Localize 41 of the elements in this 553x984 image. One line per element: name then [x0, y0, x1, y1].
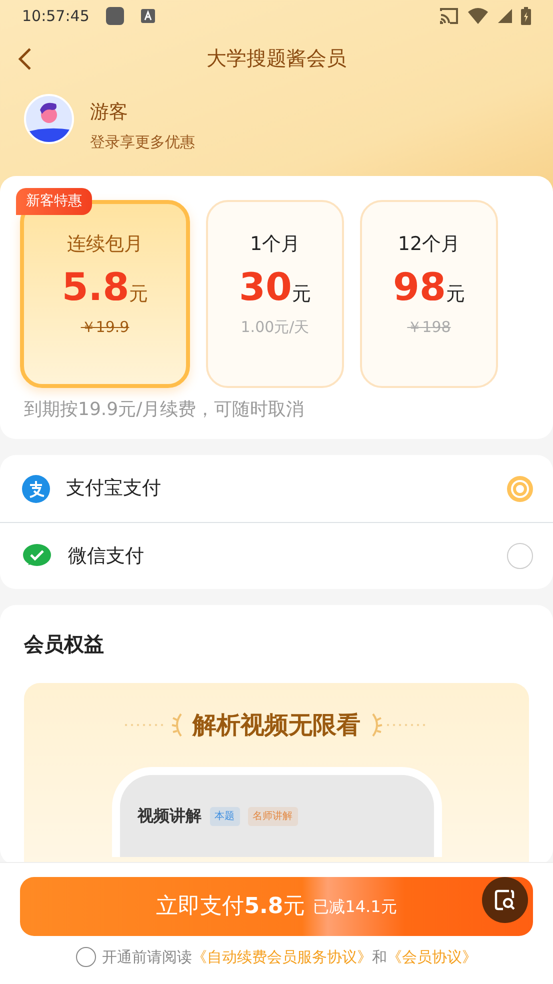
plan-price: 30元 — [238, 264, 312, 310]
section-title: 会员权益 — [24, 631, 105, 658]
search-icon — [493, 888, 517, 912]
payment-option[interactable]: 微信支付 — [0, 522, 553, 589]
banner-title: 解析视频无限看 — [192, 710, 360, 741]
wifi-icon — [467, 7, 489, 25]
plan-name: 连续包月 — [66, 232, 144, 257]
alipay-icon — [22, 474, 50, 502]
plan-card[interactable]: 12个月 98元 ￥198 — [360, 200, 498, 388]
original-price: ￥198 — [406, 317, 452, 338]
plan-price: 98元 — [392, 264, 466, 310]
agreement-checkbox[interactable] — [76, 947, 96, 968]
plan-name: 12个月 — [396, 232, 462, 257]
daily-price: 1.00元/天 — [240, 317, 310, 338]
plan-price: 5.8元 — [60, 264, 150, 310]
chat-icon — [22, 543, 52, 569]
payment-name: 支付宝支付 — [66, 476, 161, 502]
battery-icon — [521, 7, 531, 25]
cast-icon — [439, 7, 459, 25]
plan-card[interactable]: 1个月 30元 1.00元/天 — [206, 200, 344, 388]
renewal-note: 到期按19.9元/月续费，可随时取消 — [23, 398, 306, 422]
login-prompt[interactable]: 登录享更多优惠 — [90, 130, 195, 153]
signal-icon — [497, 8, 513, 24]
original-price: ￥19.9 — [80, 317, 130, 338]
notification-icon — [105, 6, 126, 26]
radio-button[interactable] — [507, 543, 533, 569]
agreement-text: 开通前请阅读 — [102, 947, 192, 968]
promo-badge: 新客特惠 — [16, 188, 92, 215]
plan-name: 1个月 — [248, 232, 302, 257]
preview-heading: 视频讲解 — [138, 805, 202, 827]
payment-name: 微信支付 — [68, 544, 144, 569]
radio-button[interactable] — [507, 476, 533, 502]
agreement-text: 和 — [372, 947, 387, 968]
payment-option[interactable]: 支付宝支付 — [0, 455, 553, 522]
user-name: 游客 — [90, 100, 129, 125]
status-time: 10:57:45 — [22, 6, 90, 27]
page-title: 大学搜题酱会员 — [206, 46, 346, 70]
preview-tag: 本题 — [210, 806, 240, 826]
back-icon — [18, 46, 32, 71]
preview-tag: 名师讲解 — [248, 806, 298, 826]
pay-button[interactable]: 立即支付5.8元 已减14.1元 — [20, 877, 533, 936]
